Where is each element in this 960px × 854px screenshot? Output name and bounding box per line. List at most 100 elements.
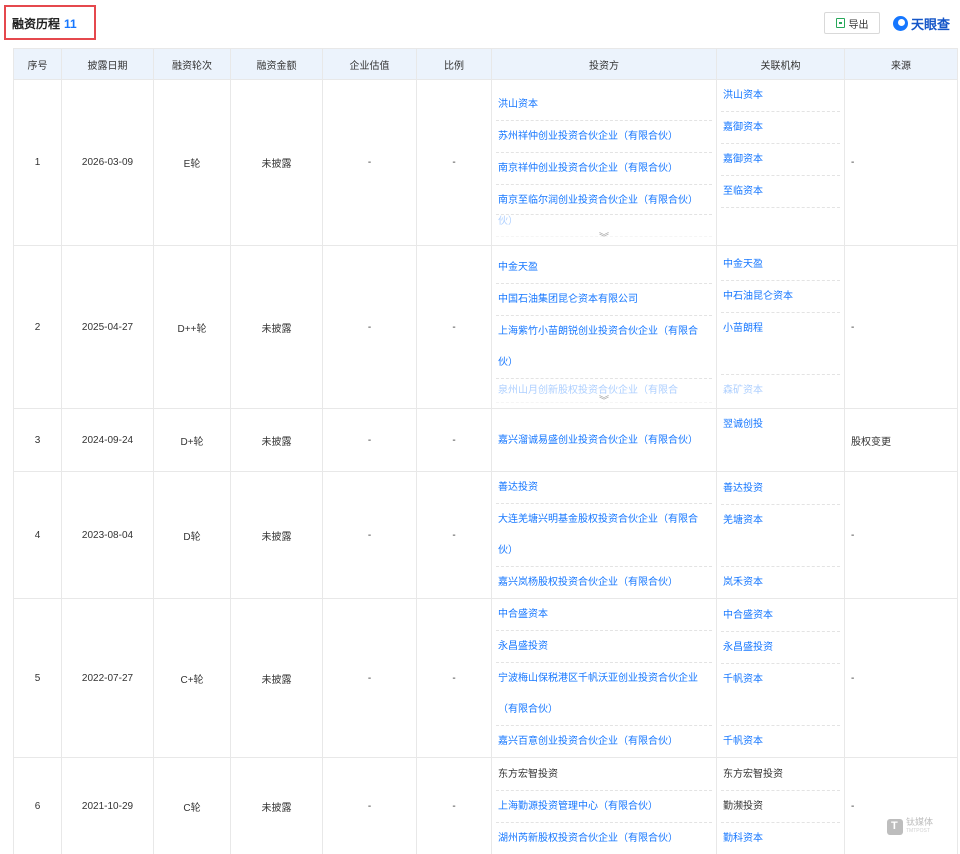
- org-link[interactable]: 千帆资本: [721, 726, 840, 757]
- col-header-valuation: 企业估值: [322, 48, 417, 80]
- cell-investors: 善达投资 大连羌塘兴明基金股权投资合伙企业（有限合伙） 嘉兴岚杨股权投资合伙企业…: [491, 471, 717, 599]
- col-header-no: 序号: [13, 48, 62, 80]
- cell-date: 2026-03-09: [61, 79, 154, 246]
- cell-valuation: -: [322, 79, 417, 246]
- col-header-round: 融资轮次: [153, 48, 231, 80]
- investor-link[interactable]: 苏州祥仲创业投资合伙企业（有限合伙）: [496, 121, 712, 153]
- cell-ratio: -: [416, 79, 492, 246]
- investor-link[interactable]: 宁波梅山保税港区千帆沃亚创业投资合伙企业（有限合伙）: [496, 663, 712, 726]
- watermark-name: 钛媒体: [906, 817, 934, 827]
- org-link[interactable]: 千帆资本: [721, 664, 840, 726]
- investor-link[interactable]: 嘉兴岚杨股权投资合伙企业（有限合伙）: [496, 567, 712, 598]
- table-header-row: 序号 披露日期 融资轮次 融资金额 企业估值 比例 投资方 关联机构 来源: [13, 48, 958, 80]
- record-count: 11: [64, 17, 77, 31]
- cell-amount: 未披露: [230, 245, 323, 409]
- investor-link[interactable]: 大连羌塘兴明基金股权投资合伙企业（有限合伙）: [496, 504, 712, 567]
- cell-orgs: 中合盛资本 永昌盛投资 千帆资本 千帆资本: [716, 598, 845, 758]
- org-link[interactable]: 善达投资: [721, 473, 840, 505]
- cell-ratio: -: [416, 757, 492, 854]
- org-link[interactable]: 至临资本: [721, 176, 840, 208]
- cell-source: -: [844, 471, 958, 599]
- cell-orgs: 翌诚创投: [716, 408, 845, 472]
- header: 融资历程 11 导出 天眼查: [0, 0, 960, 42]
- investor-link[interactable]: 中合盛资本: [496, 599, 712, 631]
- table-row: 6 2021-10-29 C轮 未披露 - - 东方宏智投资 上海勤源投资管理中…: [13, 757, 958, 854]
- cell-orgs: 中金天盈 中石油昆仑资本 小苗朗程 森矿资本: [716, 245, 845, 409]
- investor-link[interactable]: 上海勤源投资管理中心（有限合伙）: [496, 791, 712, 823]
- investor-link[interactable]: 洪山资本: [496, 89, 712, 121]
- cell-date: 2021-10-29: [61, 757, 154, 854]
- col-header-date: 披露日期: [61, 48, 154, 80]
- cell-investors: 中金天盈 中国石油集团昆仑资本有限公司 上海紫竹小苗朗锐创业投资合伙企业（有限合…: [491, 245, 717, 409]
- cell-round: E轮: [153, 79, 231, 246]
- cell-round: C+轮: [153, 598, 231, 758]
- cell-source: -: [844, 757, 958, 854]
- investor-link[interactable]: 南京至临尔润创业投资合伙企业（有限合伙）: [496, 185, 712, 215]
- org-link[interactable]: 森矿资本: [721, 375, 840, 406]
- cell-amount: 未披露: [230, 757, 323, 854]
- export-button[interactable]: 导出: [824, 12, 880, 34]
- org-link[interactable]: 嘉御资本: [721, 112, 840, 144]
- expand-chevron-icon[interactable]: ︾: [599, 234, 609, 244]
- table-row: 1 2026-03-09 E轮 未披露 - - 洪山资本 苏州祥仲创业投资合伙企…: [13, 79, 958, 246]
- cell-valuation: -: [322, 757, 417, 854]
- cell-amount: 未披露: [230, 471, 323, 599]
- cell-valuation: -: [322, 408, 417, 472]
- cell-valuation: -: [322, 598, 417, 758]
- cell-source: -: [844, 598, 958, 758]
- table-row: 5 2022-07-27 C+轮 未披露 - - 中合盛资本 永昌盛投资 宁波梅…: [13, 598, 958, 758]
- table-row: 4 2023-08-04 D轮 未披露 - - 善达投资 大连羌塘兴明基金股权投…: [13, 471, 958, 599]
- cell-no: 1: [13, 79, 62, 246]
- org-link[interactable]: 嘉御资本: [721, 144, 840, 176]
- investor-link[interactable]: 南京祥仲创业投资合伙企业（有限合伙）: [496, 153, 712, 185]
- section-title-label: 融资历程: [12, 17, 61, 31]
- cell-round: D+轮: [153, 408, 231, 472]
- org-link[interactable]: 勤科资本: [721, 823, 840, 854]
- investor-link[interactable]: 湖州芮新股权投资合伙企业（有限合伙）: [496, 823, 712, 854]
- org-link[interactable]: 中合盛资本: [721, 600, 840, 632]
- investor-link[interactable]: 善达投资: [496, 472, 712, 504]
- org-text: 东方宏智投资: [721, 759, 840, 791]
- org-link[interactable]: 中金天盈: [721, 249, 840, 281]
- cell-date: 2024-09-24: [61, 408, 154, 472]
- tianyancha-logo-icon: [893, 16, 908, 31]
- cell-ratio: -: [416, 245, 492, 409]
- financing-table: 序号 披露日期 融资轮次 融资金额 企业估值 比例 投资方 关联机构 来源 1 …: [13, 48, 958, 854]
- org-link[interactable]: 洪山资本: [721, 80, 840, 112]
- org-link[interactable]: 岚禾资本: [721, 567, 840, 598]
- org-link[interactable]: 羌塘资本: [721, 505, 840, 567]
- org-spacer: [721, 208, 840, 245]
- cell-ratio: -: [416, 598, 492, 758]
- cell-amount: 未披露: [230, 79, 323, 246]
- brand-logo: 天眼查: [893, 14, 950, 33]
- expand-chevron-icon[interactable]: ︾: [599, 397, 609, 407]
- table-row: 2 2025-04-27 D++轮 未披露 - - 中金天盈 中国石油集团昆仑资…: [13, 245, 958, 409]
- org-link[interactable]: 永昌盛投资: [721, 632, 840, 664]
- investor-link[interactable]: 永昌盛投资: [496, 631, 712, 663]
- cell-round: D++轮: [153, 245, 231, 409]
- org-link[interactable]: 小苗朗程: [721, 313, 840, 375]
- investor-link[interactable]: 中国石油集团昆仑资本有限公司: [496, 284, 712, 316]
- cell-investors: 洪山资本 苏州祥仲创业投资合伙企业（有限合伙） 南京祥仲创业投资合伙企业（有限合…: [491, 79, 717, 246]
- cell-date: 2023-08-04: [61, 471, 154, 599]
- investor-link[interactable]: 嘉兴百意创业投资合伙企业（有限合伙）: [496, 726, 712, 757]
- org-text: 勤濒投资: [721, 791, 840, 823]
- cell-round: C轮: [153, 757, 231, 854]
- cell-no: 5: [13, 598, 62, 758]
- org-link[interactable]: 中石油昆仑资本: [721, 281, 840, 313]
- cell-ratio: -: [416, 408, 492, 472]
- cell-source: -: [844, 245, 958, 409]
- watermark: 钛媒体 TMTPOST: [887, 818, 933, 836]
- cell-valuation: -: [322, 471, 417, 599]
- cell-valuation: -: [322, 245, 417, 409]
- investor-link[interactable]: 中金天盈: [496, 252, 712, 284]
- cell-no: 4: [13, 471, 62, 599]
- investor-link[interactable]: 嘉兴溜诚易盛创业投资合伙企业（有限合伙）: [496, 425, 712, 456]
- cell-ratio: -: [416, 471, 492, 599]
- cell-no: 6: [13, 757, 62, 854]
- cell-amount: 未披露: [230, 598, 323, 758]
- cell-orgs: 善达投资 羌塘资本 岚禾资本: [716, 471, 845, 599]
- watermark-text: 钛媒体 TMTPOST: [906, 818, 933, 836]
- org-link[interactable]: 翌诚创投: [721, 409, 840, 440]
- investor-link[interactable]: 上海紫竹小苗朗锐创业投资合伙企业（有限合伙）: [496, 316, 712, 379]
